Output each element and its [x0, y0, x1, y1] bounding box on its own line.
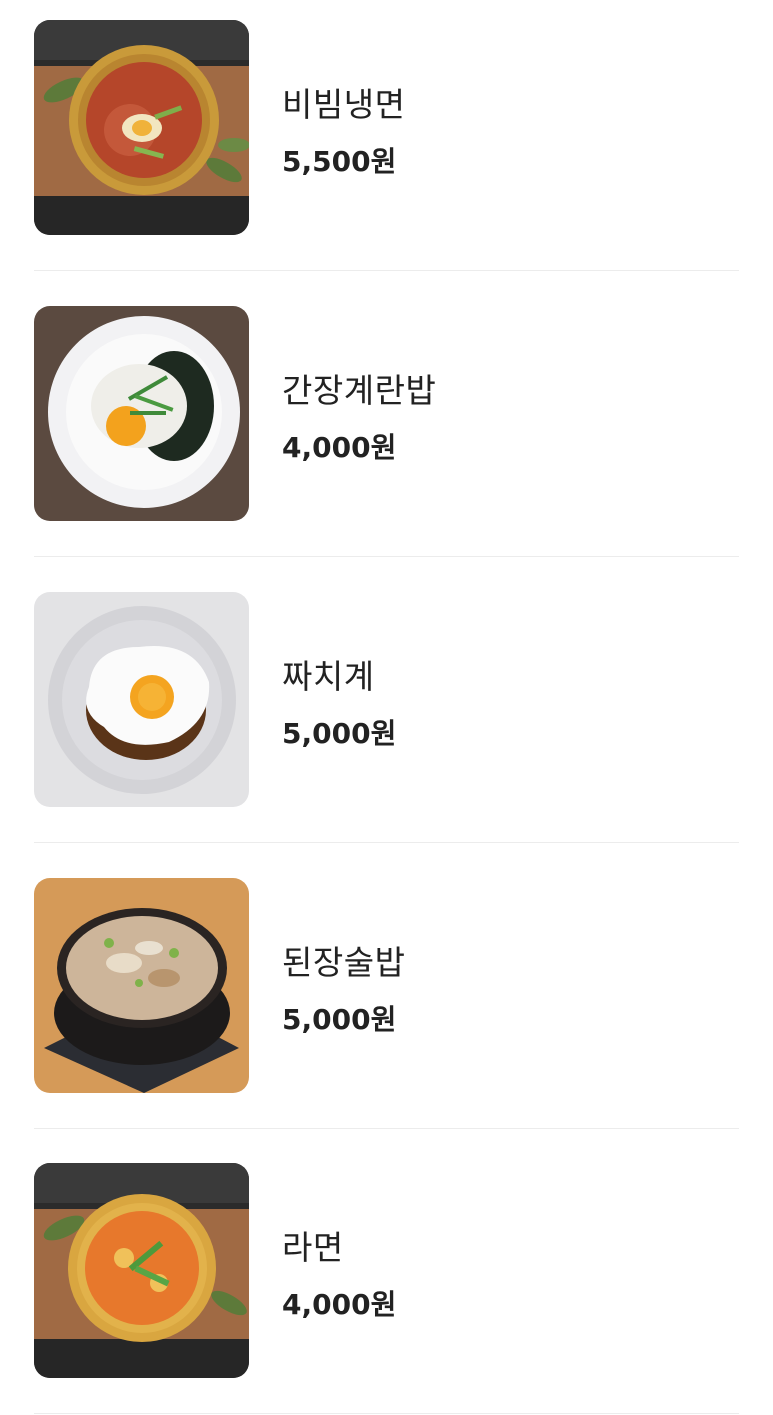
jjachigye-dish-icon: [34, 592, 249, 807]
menu-item-name: 짜치계: [282, 657, 375, 696]
menu-item-price: 4,000원: [282, 1288, 397, 1321]
doenjang-sulbap-dish-icon: [34, 878, 249, 1093]
menu-item-bibim-naengmyeon[interactable]: 비빔냉면 5,500원: [34, 20, 739, 235]
menu-item-price: 5,000원: [282, 1003, 397, 1036]
menu-item-name: 라면: [282, 1228, 344, 1267]
menu-item-name: 간장계란밥: [282, 371, 437, 410]
menu-item-price: 5,000원: [282, 717, 397, 750]
divider: [34, 842, 739, 843]
ramyeon-dish-icon: [34, 1163, 249, 1378]
divider: [34, 270, 739, 271]
menu-item-jjachigye[interactable]: 짜치계 5,000원: [34, 592, 739, 807]
soy-egg-rice-dish-icon: [34, 306, 249, 521]
menu-item-soy-egg-rice[interactable]: 간장계란밥 4,000원: [34, 306, 739, 521]
divider: [34, 1128, 739, 1129]
menu-item-doenjang-sulbap[interactable]: 된장술밥 5,000원: [34, 878, 739, 1093]
menu-item-ramyeon[interactable]: 라면 4,000원: [34, 1163, 739, 1378]
menu-item-name: 된장술밥: [282, 943, 406, 982]
bibim-naengmyeon-dish-icon: [34, 20, 249, 235]
menu-item-price: 4,000원: [282, 431, 397, 464]
menu-item-name: 비빔냉면: [282, 85, 406, 124]
menu-item-price: 5,500원: [282, 145, 397, 178]
divider: [34, 556, 739, 557]
divider: [34, 1413, 739, 1414]
